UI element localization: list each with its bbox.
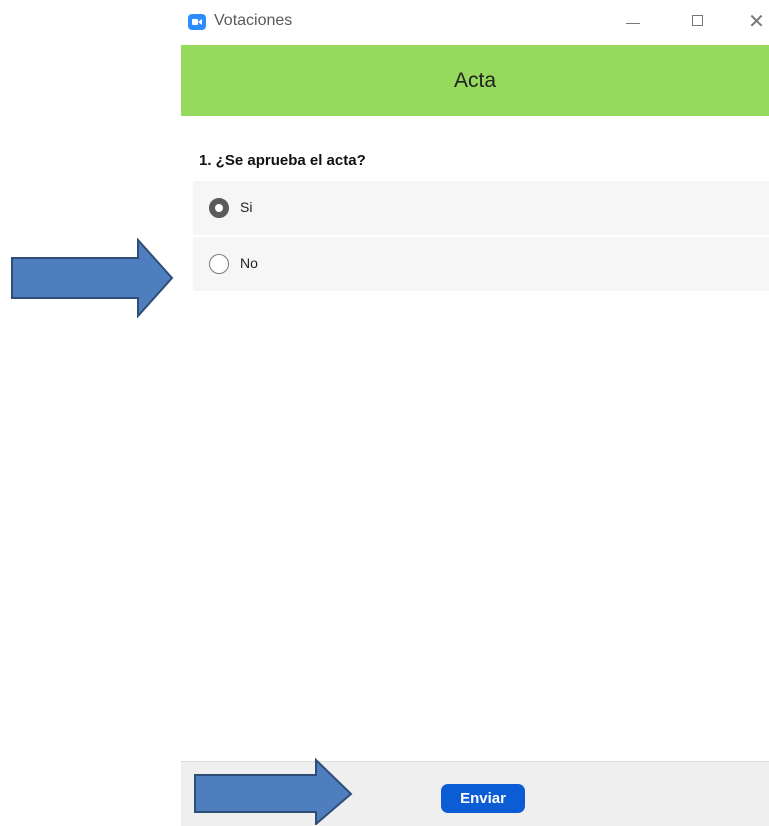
- poll-title: Acta: [453, 68, 497, 92]
- radio-checked-icon[interactable]: [209, 198, 229, 218]
- poll-header: Acta: [181, 45, 769, 116]
- maximize-icon[interactable]: [684, 8, 714, 36]
- window-title: Votaciones: [214, 12, 293, 29]
- zoom-app-icon: [188, 14, 206, 30]
- arrow-right-icon: [194, 758, 353, 825]
- radio-unchecked-icon[interactable]: [209, 254, 229, 274]
- question-text: 1. ¿Se aprueba el acta?: [199, 152, 366, 169]
- close-icon[interactable]: ✕: [744, 8, 769, 36]
- option-label: Si: [240, 199, 253, 215]
- option-label: No: [240, 255, 258, 271]
- title-bar: Votaciones ✕: [181, 0, 769, 45]
- arrow-right-icon: [11, 238, 174, 318]
- option-si[interactable]: Si: [193, 181, 769, 235]
- option-no[interactable]: No: [193, 237, 769, 291]
- send-button[interactable]: Enviar: [441, 784, 525, 813]
- minimize-icon[interactable]: [618, 8, 648, 36]
- poll-window: Votaciones ✕ Acta 1. ¿Se aprueba el acta…: [181, 0, 769, 826]
